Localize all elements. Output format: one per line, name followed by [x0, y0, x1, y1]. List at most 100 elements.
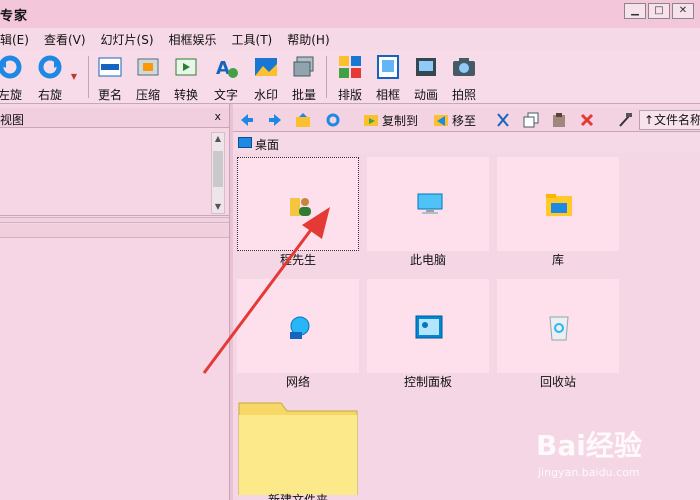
- compress-icon: [137, 58, 159, 76]
- control-panel-icon: [415, 315, 443, 339]
- left-panel-header: 视图 x: [0, 108, 229, 128]
- menu-help[interactable]: 帮助(H): [287, 31, 336, 48]
- menu-view[interactable]: 查看(V): [44, 31, 93, 48]
- grid-item-control-panel[interactable]: [367, 279, 489, 373]
- rename-button[interactable]: 更名: [90, 54, 130, 103]
- rotate-right-button[interactable]: 右旋: [30, 54, 70, 103]
- text-label: 文字: [213, 88, 238, 102]
- rotate-right-label: 右旋: [37, 88, 62, 102]
- sort-dropdown[interactable]: ↑文件名称: [639, 110, 700, 130]
- move-to-button[interactable]: 移至: [433, 111, 476, 129]
- rotate-left-label: 左旋: [0, 88, 22, 102]
- layout-icon: [339, 56, 361, 78]
- grid-item-label: 回收站: [539, 375, 576, 389]
- back-button[interactable]: [239, 111, 258, 129]
- refresh-icon: [326, 113, 340, 127]
- menu-slideshow[interactable]: 幻灯片(S): [101, 31, 161, 48]
- copy-to-button[interactable]: 复制到: [363, 111, 418, 129]
- watermark-button[interactable]: 水印: [246, 54, 286, 103]
- computer-icon: [417, 193, 443, 214]
- compress-button[interactable]: 压缩: [128, 54, 168, 103]
- frame-button[interactable]: 相框: [368, 54, 408, 103]
- grid-item-label: 新建文件夹: [267, 493, 328, 500]
- preview-panel-bar: [0, 224, 229, 238]
- rotate-left-icon: [0, 55, 22, 79]
- panel-splitter[interactable]: [0, 217, 229, 223]
- arrow-right-icon: [269, 114, 281, 126]
- grid-item-recycle-bin[interactable]: [497, 279, 619, 373]
- animation-icon: [416, 58, 436, 76]
- batch-button[interactable]: 批量: [284, 54, 324, 103]
- menu-frame-fun[interactable]: 相框娱乐: [169, 31, 224, 48]
- tree-scrollbar[interactable]: ▲ ▼: [211, 132, 225, 214]
- rotate-dropdown[interactable]: ▼: [66, 68, 82, 82]
- scissors-icon: [497, 113, 509, 127]
- toolbar-separator: [88, 56, 89, 98]
- file-browser-toolbar: 复制到 移至 ↑文件名称: [233, 108, 700, 132]
- baidu-watermark: Bai经验 jingyan.baidu.com: [536, 424, 666, 484]
- folder-tree-panel[interactable]: ▲ ▼: [0, 128, 229, 216]
- path-bar: 桌面: [233, 133, 700, 153]
- camera-icon: [453, 58, 475, 76]
- layout-button[interactable]: 排版: [330, 54, 370, 103]
- tools-button[interactable]: [617, 111, 636, 129]
- grid-item-this-pc[interactable]: [367, 157, 489, 251]
- rename-icon: [98, 57, 122, 77]
- recycle-bin-icon: [549, 316, 569, 341]
- left-panel-close-button[interactable]: x: [214, 110, 221, 123]
- animation-button[interactable]: 动画: [406, 54, 446, 103]
- watermark-brand: Bai经验: [536, 429, 642, 462]
- arrow-left-icon: [241, 114, 253, 126]
- grid-item-new-folder[interactable]: [237, 401, 359, 495]
- forward-button[interactable]: [267, 111, 286, 129]
- menu-edit[interactable]: 辑(E): [0, 31, 36, 48]
- close-button[interactable]: ✕: [672, 3, 694, 19]
- grid-item-library[interactable]: [497, 157, 619, 251]
- batch-label: 批量: [291, 88, 316, 102]
- copy-button[interactable]: [523, 111, 542, 129]
- svg-text:A: A: [216, 58, 230, 79]
- window-title: 专家: [0, 9, 29, 24]
- rotate-left-button[interactable]: 左旋: [0, 54, 30, 103]
- grid-item-label: 控制面板: [403, 375, 452, 389]
- minimize-button[interactable]: ▁: [624, 3, 646, 19]
- menu-bar: 辑(E) 查看(V) 幻灯片(S) 相框娱乐 工具(T) 帮助(H): [0, 28, 700, 50]
- delete-icon: [580, 113, 594, 127]
- rename-label: 更名: [97, 88, 122, 102]
- watermark-icon: [255, 58, 277, 76]
- paste-icon: [553, 113, 565, 127]
- move-to-label: 移至: [452, 113, 477, 128]
- rotate-right-icon: [38, 55, 62, 79]
- batch-icon: [293, 56, 314, 77]
- frame-label: 相框: [375, 88, 400, 102]
- menu-tools[interactable]: 工具(T): [232, 31, 280, 48]
- scrollbar-thumb[interactable]: [213, 151, 223, 187]
- compress-label: 压缩: [135, 88, 160, 102]
- layout-label: 排版: [337, 88, 362, 102]
- convert-button[interactable]: 转换: [166, 54, 206, 103]
- capture-button[interactable]: 拍照: [444, 54, 484, 103]
- desktop-icon: [238, 137, 252, 148]
- maximize-button[interactable]: □: [648, 3, 670, 19]
- move-to-icon: [434, 115, 448, 126]
- text-icon: A: [216, 58, 238, 79]
- cut-button[interactable]: [495, 111, 514, 129]
- delete-button[interactable]: [579, 111, 598, 129]
- text-button[interactable]: A 文字: [206, 54, 246, 103]
- folder-up-icon: [296, 113, 310, 127]
- copy-to-label: 复制到: [382, 113, 419, 128]
- library-icon: [546, 194, 572, 216]
- up-folder-button[interactable]: [295, 111, 314, 129]
- scroll-up-icon[interactable]: ▲: [212, 133, 224, 145]
- left-panel-title: 视图: [0, 113, 25, 127]
- grid-item-label: 库: [551, 253, 564, 267]
- copy-icon: [523, 112, 539, 128]
- annotation-arrow-icon: [202, 207, 330, 374]
- watermark-url: jingyan.baidu.com: [538, 466, 640, 479]
- current-path[interactable]: 桌面: [255, 136, 279, 153]
- animation-label: 动画: [413, 88, 438, 102]
- paste-button[interactable]: [551, 111, 570, 129]
- window-controls: ▁ □ ✕: [624, 3, 694, 19]
- preview-panel: [0, 224, 229, 500]
- refresh-button[interactable]: [325, 111, 344, 129]
